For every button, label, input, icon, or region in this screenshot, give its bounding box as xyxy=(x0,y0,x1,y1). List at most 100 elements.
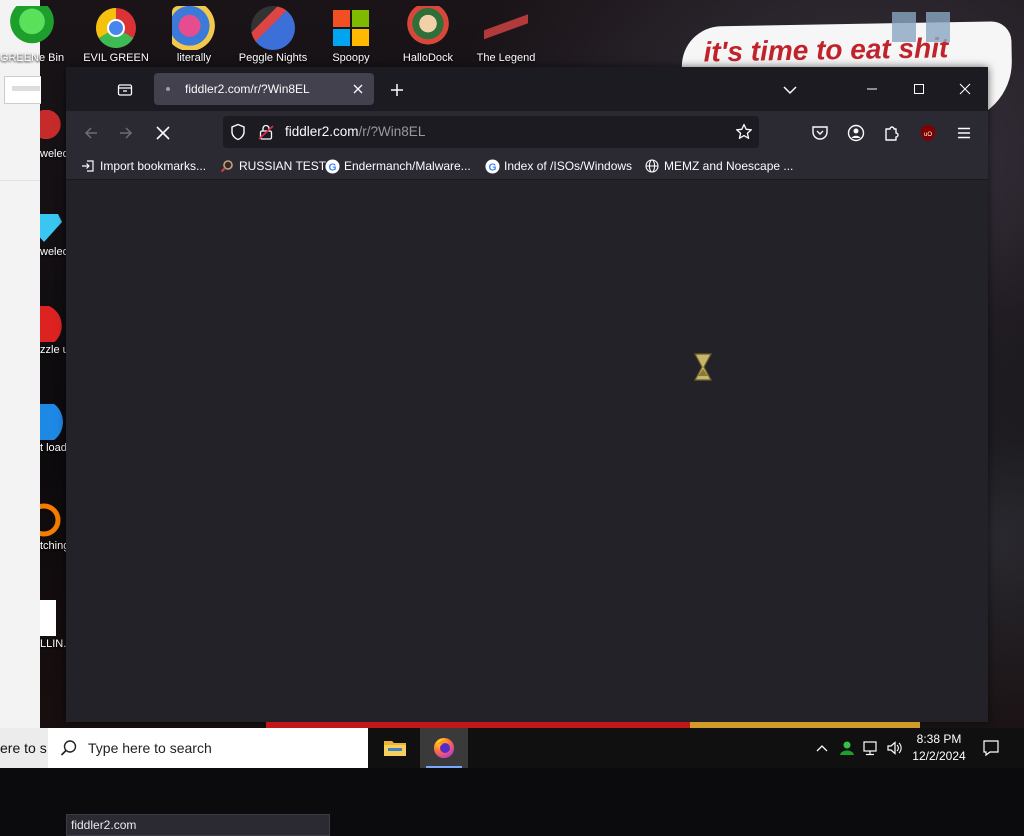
bookmark-russian-test[interactable]: RUSSIAN TEST xyxy=(219,157,326,175)
hallodock-icon xyxy=(406,6,450,50)
background-divider xyxy=(0,180,40,181)
desktop-icon-greene-bin[interactable]: GREENe Bin xyxy=(0,6,68,64)
page-content-area[interactable]: fiddler2.com xyxy=(66,180,988,836)
bookmark-label: RUSSIAN TEST xyxy=(239,159,327,173)
background-window-fragment: ere to s xyxy=(0,728,48,768)
globe-icon xyxy=(644,158,660,174)
clock-time: 8:38 PM xyxy=(916,732,962,746)
minimize-button[interactable] xyxy=(857,75,887,103)
folder-icon xyxy=(384,741,406,756)
minimize-icon xyxy=(867,88,877,90)
notification-icon xyxy=(983,740,999,757)
tray-app-button[interactable] xyxy=(836,738,858,758)
bookmark-memz-noescape[interactable]: MEMZ and Noescape ... xyxy=(644,157,793,175)
url-text[interactable]: fiddler2.com/r/?Win8EL xyxy=(285,124,425,139)
ublock-origin-button[interactable]: uO xyxy=(916,121,940,145)
svg-text:uO: uO xyxy=(924,132,932,138)
status-panel: fiddler2.com xyxy=(66,814,330,836)
bookmark-index-of-isos-windows[interactable]: G Index of /ISOs/Windows xyxy=(484,157,632,175)
shield-icon[interactable] xyxy=(229,123,247,141)
taskbar-clock[interactable]: 8:38 PM 12/2/2024 xyxy=(906,731,972,765)
arrow-right-icon xyxy=(120,127,133,139)
bookmark-label: Index of /ISOs/Windows xyxy=(504,159,633,173)
desktop-icon-label: GREENe Bin xyxy=(0,52,65,64)
arrow-left-icon xyxy=(84,127,97,139)
svg-text:G: G xyxy=(328,162,336,173)
fragment-text: ere to s xyxy=(0,740,47,756)
windows-logo-icon xyxy=(329,6,373,50)
account-button[interactable] xyxy=(844,121,868,145)
desktop-icon-the-legend[interactable]: The Legend xyxy=(470,6,542,64)
forward-button[interactable] xyxy=(113,120,139,146)
taskbar-firefox[interactable] xyxy=(420,728,468,768)
tab-active[interactable]: fiddler2.com/r/?Win8EL xyxy=(154,73,374,105)
desktop-icon-label: Spoopy xyxy=(332,52,370,64)
network-button[interactable] xyxy=(860,738,882,758)
speaker-icon xyxy=(887,741,902,755)
peggle-nights-icon xyxy=(251,6,295,50)
pocket-icon xyxy=(812,126,828,140)
url-path: /r/?Win8EL xyxy=(358,124,426,139)
navigation-toolbar: fiddler2.com/r/?Win8EL uO xyxy=(66,111,988,153)
maximize-button[interactable] xyxy=(904,75,934,103)
address-bar[interactable]: fiddler2.com/r/?Win8EL xyxy=(223,116,759,148)
new-tab-button[interactable] xyxy=(386,79,408,101)
google-favicon: G xyxy=(484,158,500,174)
greene-bin-icon xyxy=(10,6,54,50)
bookmark-import[interactable]: Import bookmarks... xyxy=(80,157,206,175)
app-menu-button[interactable] xyxy=(952,121,976,145)
desktop-icon-evil-green[interactable]: EVIL GREEN xyxy=(80,6,152,64)
close-window-button[interactable] xyxy=(950,75,980,103)
google-favicon: G xyxy=(324,158,340,174)
network-icon xyxy=(863,741,877,756)
busy-cursor-icon xyxy=(692,352,714,387)
close-icon xyxy=(353,84,363,94)
insecure-lock-icon[interactable] xyxy=(257,123,275,141)
status-url: fiddler2.com xyxy=(71,818,137,832)
bookmark-star-icon[interactable] xyxy=(735,123,753,141)
the-legend-icon xyxy=(484,6,528,50)
notification-center-button[interactable] xyxy=(980,737,1002,759)
bookmark-label: MEMZ and Noescape ... xyxy=(664,159,794,173)
taskbar-search-box[interactable]: Type here to search xyxy=(48,728,368,768)
green-user-icon xyxy=(840,741,854,755)
firefox-view-icon xyxy=(117,84,133,96)
bookmark-endermanch-malware[interactable]: G Endermanch/Malware... xyxy=(324,157,471,175)
desktop-icon-spoopy[interactable]: Spoopy xyxy=(315,6,387,64)
clock-date: 12/2/2024 xyxy=(912,749,966,763)
stop-loading-button[interactable] xyxy=(150,120,176,146)
pocket-button[interactable] xyxy=(808,121,832,145)
desktop-icon-label: The Legend xyxy=(476,52,536,64)
hamburger-menu-icon xyxy=(958,127,970,139)
bookmark-label: Import bookmarks... xyxy=(100,159,207,173)
show-hidden-icons-button[interactable] xyxy=(812,738,832,758)
extensions-button[interactable] xyxy=(880,121,904,145)
peggle-p-icon xyxy=(172,6,216,50)
maximize-icon xyxy=(914,84,924,94)
desktop-icon-literally[interactable]: literally xyxy=(158,6,230,64)
puzzle-icon xyxy=(885,126,899,141)
firefox-view-button[interactable] xyxy=(114,79,136,101)
chevron-up-icon xyxy=(816,745,828,752)
tab-close-button[interactable] xyxy=(350,81,366,97)
volume-button[interactable] xyxy=(884,738,906,758)
desktop-icon-hallodock[interactable]: HalloDock xyxy=(392,6,464,64)
taskbar-file-explorer[interactable] xyxy=(374,728,416,768)
account-icon xyxy=(847,124,865,142)
desktop-icon-label: HalloDock xyxy=(402,52,454,64)
stop-icon xyxy=(156,126,170,140)
desktop-icon-peggle-nights[interactable]: Peggle Nights xyxy=(237,6,309,64)
close-icon xyxy=(959,83,971,95)
desktop-icon-label: Peggle Nights xyxy=(238,52,308,64)
firefox-icon xyxy=(434,738,454,758)
list-all-tabs-button[interactable] xyxy=(779,79,801,101)
recycle-bin-icon[interactable] xyxy=(890,8,980,44)
desktop-icon-label: literally xyxy=(176,52,212,64)
ublock-icon: uO xyxy=(921,125,935,141)
bookmarks-toolbar: Import bookmarks... RUSSIAN TEST G Ender… xyxy=(66,153,988,180)
background-bar xyxy=(12,86,40,91)
magnifier-favicon xyxy=(219,158,235,174)
back-button[interactable] xyxy=(78,120,104,146)
chrome-icon xyxy=(94,6,138,50)
chevron-down-icon xyxy=(783,86,797,95)
